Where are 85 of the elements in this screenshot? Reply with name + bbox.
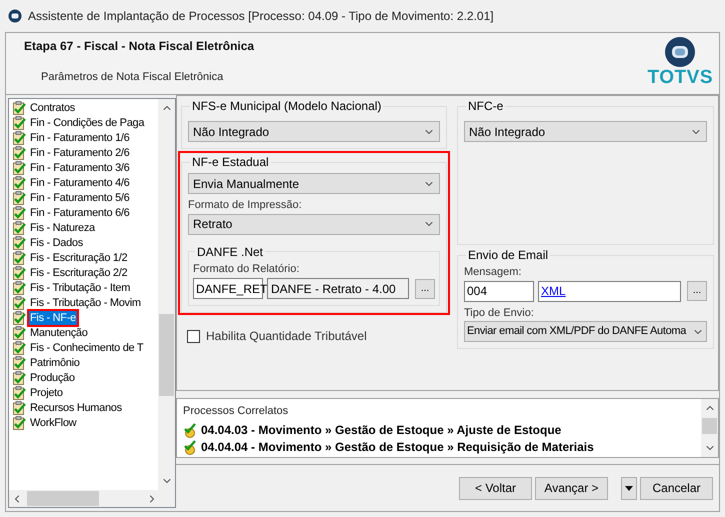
clipboard-check-icon xyxy=(12,206,26,220)
scroll-thumb[interactable] xyxy=(159,314,174,396)
process-link[interactable]: 04.04.04 - Movimento » Gestão de Estoque » Requisição de Materiais xyxy=(201,438,594,456)
clipboard-check-icon xyxy=(12,386,26,400)
print-format-dropdown[interactable]: Retrato xyxy=(188,214,440,234)
step-item[interactable]: Fis - Conhecimento de T xyxy=(29,340,144,354)
logo-text: TOTVS xyxy=(648,68,713,88)
clipboard-check-icon xyxy=(12,160,26,174)
checkbox-label: Habilita Quantidade Tributável xyxy=(206,328,367,345)
field-label: Formato do Relatório: xyxy=(193,262,300,276)
step-item[interactable]: Fis - NF-e xyxy=(29,310,77,324)
nfe-dropdown[interactable]: Envia Manualmente xyxy=(188,173,440,194)
group-legend: NFC-e xyxy=(466,97,506,115)
clipboard-check-icon xyxy=(12,130,26,144)
back-button[interactable]: < Voltar xyxy=(459,476,532,500)
step-item[interactable]: Fis - Escrituração 2/2 xyxy=(29,266,128,280)
clipboard-check-icon xyxy=(12,416,26,430)
clipboard-check-icon xyxy=(12,400,26,414)
scroll-thumb[interactable] xyxy=(27,491,99,506)
horizontal-scrollbar[interactable] xyxy=(9,490,175,507)
step-item[interactable]: Manutenção xyxy=(29,326,89,340)
scroll-thumb[interactable] xyxy=(702,418,717,434)
process-link[interactable]: 04.04.03 - Movimento » Gestão de Estoque » Ajuste de Estoque xyxy=(201,421,562,439)
browse-button[interactable]: ... xyxy=(415,278,435,298)
step-item[interactable]: WorkFlow xyxy=(29,416,78,430)
clipboard-check-icon xyxy=(12,280,26,294)
nfce-dropdown[interactable]: Não Integrado xyxy=(464,121,707,142)
step-item[interactable]: Fis - Tributação - Movim xyxy=(29,296,142,310)
window-title: Assistente de Implantação de Processos [Processo: 04.09 - Tipo de Movimento: 2.2.01] xyxy=(28,8,494,25)
clipboard-check-icon xyxy=(12,310,26,324)
clipboard-check-icon xyxy=(12,220,26,234)
correlated-title: Processos Correlatos xyxy=(183,404,290,419)
dropdown-button[interactable] xyxy=(621,476,637,500)
step-item[interactable]: Fis - Tributação - Item xyxy=(29,280,132,294)
clipboard-check-icon xyxy=(12,340,26,354)
step-item[interactable]: Fin - Faturamento 4/6 xyxy=(29,176,130,190)
field-label: Mensagem: xyxy=(464,265,522,280)
field-label: Tipo de Envio: xyxy=(464,306,535,320)
step-item[interactable]: Fin - Faturamento 5/6 xyxy=(29,190,130,204)
step-item[interactable]: Fis - Natureza xyxy=(29,220,96,234)
browse-button[interactable]: ... xyxy=(687,281,707,301)
step-item[interactable]: Fis - Dados xyxy=(29,236,84,250)
clipboard-check-icon xyxy=(12,116,26,130)
nfse-dropdown[interactable]: Não Integrado xyxy=(188,121,440,142)
step-item[interactable]: Fin - Faturamento 2/6 xyxy=(29,146,130,160)
clipboard-check-icon xyxy=(12,236,26,250)
group-legend: NF-e Estadual xyxy=(190,153,271,171)
message-code-field[interactable]: 004 xyxy=(464,280,534,302)
clipboard-check-icon xyxy=(12,266,26,280)
step-item[interactable]: Fis - Escrituração 1/2 xyxy=(29,250,128,264)
clipboard-check-icon xyxy=(12,250,26,264)
step-item[interactable]: Fin - Faturamento 6/6 xyxy=(29,206,130,220)
xml-link[interactable]: XML xyxy=(541,282,566,300)
logo-icon xyxy=(664,36,696,68)
clipboard-check-icon xyxy=(12,326,26,340)
step-item[interactable]: Patrimônio xyxy=(29,356,81,370)
send-type-dropdown[interactable]: Enviar email com XML/PDF do DANFE Automa xyxy=(464,321,707,342)
group-legend: Envio de Email xyxy=(466,246,550,264)
clipboard-check-icon xyxy=(12,190,26,204)
field-label: Formato de Impressão: xyxy=(188,198,303,213)
step-item[interactable]: Recursos Humanos xyxy=(29,400,123,414)
checkbox[interactable] xyxy=(187,330,200,342)
app-icon xyxy=(8,9,22,23)
step-item[interactable]: Fin - Condições de Paga xyxy=(29,116,146,130)
clipboard-check-icon xyxy=(12,370,26,384)
next-button[interactable]: Avançar > xyxy=(535,476,608,500)
list-scrollbar[interactable] xyxy=(158,99,175,490)
step-item[interactable]: Projeto xyxy=(29,386,64,400)
clipboard-check-icon xyxy=(12,146,26,160)
step-item[interactable]: Produção xyxy=(29,370,76,384)
clipboard-check-icon xyxy=(12,356,26,370)
clipboard-check-icon xyxy=(12,100,26,114)
report-name-field: DANFE - Retrato - 4.00 xyxy=(267,278,409,299)
step-item[interactable]: Fin - Faturamento 3/6 xyxy=(29,160,130,174)
clipboard-check-icon xyxy=(12,176,26,190)
step-title: Etapa 67 - Fiscal - Nota Fiscal Eletrônica xyxy=(24,38,256,55)
clipboard-check-icon xyxy=(12,296,26,310)
step-item[interactable]: Contratos xyxy=(29,100,76,114)
correlated-scrollbar[interactable] xyxy=(701,399,718,457)
cancel-button[interactable]: Cancelar xyxy=(640,476,713,500)
step-subtitle: Parâmetros de Nota Fiscal Eletrônica xyxy=(41,70,224,85)
group-legend: NFS-e Municipal (Modelo Nacional) xyxy=(190,97,384,115)
caret-icon xyxy=(625,486,633,490)
step-item[interactable]: Fin - Faturamento 1/6 xyxy=(29,130,130,144)
group-legend: DANFE .Net xyxy=(195,242,266,260)
